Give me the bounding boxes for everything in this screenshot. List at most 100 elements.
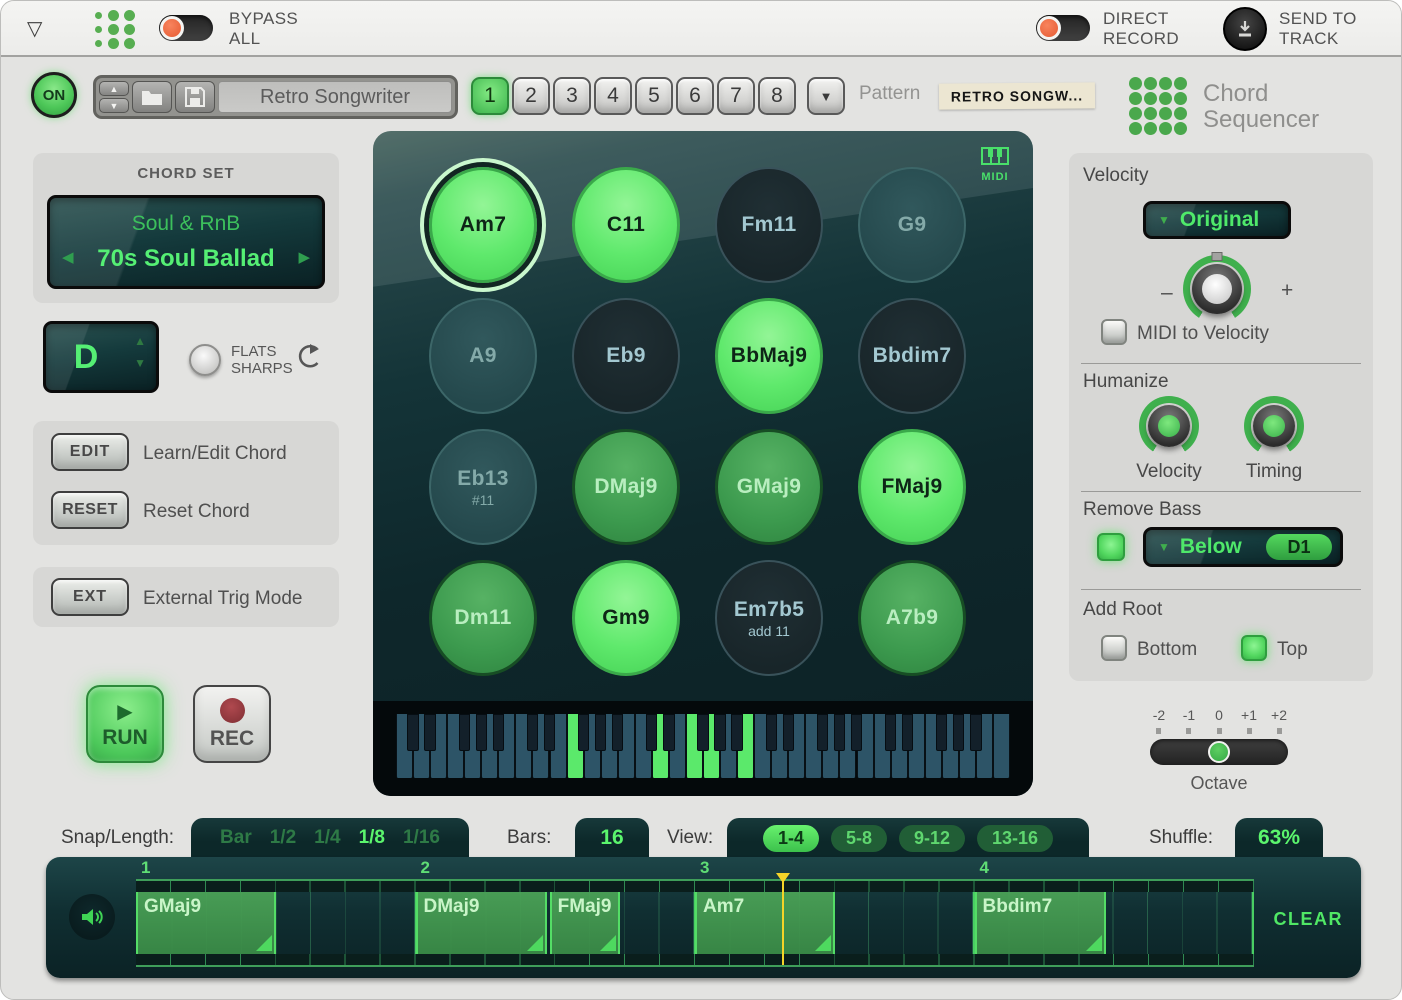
piano-white-key-35[interactable] <box>993 714 1010 778</box>
chord-block-Am7[interactable]: Am7 <box>695 881 835 965</box>
collapse-icon[interactable]: ▽ <box>27 16 42 41</box>
bypass-toggle[interactable] <box>159 15 213 41</box>
key-selector[interactable]: D ▲ ▼ <box>43 321 159 393</box>
flats-sharps-button[interactable] <box>189 344 221 376</box>
audition-button[interactable] <box>69 894 115 940</box>
bars-tab[interactable]: 16 <box>575 818 649 858</box>
clear-button[interactable]: CLEAR <box>1274 909 1344 930</box>
chord-block-GMaj9[interactable]: GMaj9 <box>136 881 276 965</box>
piano-black-key-11[interactable] <box>595 714 606 751</box>
chord-block-FMaj9[interactable]: FMaj9 <box>550 881 620 965</box>
snap-option-1/2[interactable]: 1/2 <box>270 827 296 849</box>
velocity-mode-dropdown[interactable]: ▼ Original <box>1143 201 1291 239</box>
chord-set-display[interactable]: Soul & RnB 70s Soul Ballad ◀ ▶ <box>47 195 325 289</box>
key-up-icon[interactable]: ▲ <box>134 334 146 348</box>
chord-pad-Bbdim7[interactable]: Bbdim7 <box>858 298 966 414</box>
velocity-knob[interactable] <box>1183 255 1251 323</box>
piano-black-key-19[interactable] <box>731 714 742 751</box>
piano-black-key-26[interactable] <box>851 714 862 751</box>
chord-pad-Eb9[interactable]: Eb9 <box>572 298 680 414</box>
remove-bass-dropdown[interactable]: ▼ Below D1 <box>1143 527 1343 567</box>
piano-black-key-25[interactable] <box>834 714 845 751</box>
block-resize-handle[interactable] <box>256 935 272 951</box>
preset-save-button[interactable] <box>175 81 215 113</box>
chord-set-prev-icon[interactable]: ◀ <box>62 248 74 266</box>
run-button[interactable]: ▶ RUN <box>86 685 164 763</box>
piano-black-key-28[interactable] <box>885 714 896 751</box>
octave-slider[interactable] <box>1150 739 1288 765</box>
view-range-5-8[interactable]: 5-8 <box>831 825 887 852</box>
snap-option-1/16[interactable]: 1/16 <box>403 827 440 849</box>
chord-pad-Am7[interactable]: Am7 <box>429 167 537 283</box>
reset-chord-button[interactable]: RESET <box>51 491 129 529</box>
snap-option-Bar[interactable]: Bar <box>220 827 252 849</box>
piano-black-key-0[interactable] <box>407 714 418 751</box>
pattern-name-tag[interactable]: RETRO SONGW... <box>939 82 1095 109</box>
playhead[interactable] <box>782 873 784 965</box>
shuffle-tab[interactable]: 63% <box>1235 818 1323 858</box>
block-resize-handle[interactable] <box>527 935 543 951</box>
preset-load-button[interactable] <box>132 81 172 113</box>
piano-black-key-21[interactable] <box>766 714 777 751</box>
chord-pad-A9[interactable]: A9 <box>429 298 537 414</box>
piano-black-key-8[interactable] <box>544 714 555 751</box>
pattern-slot-3[interactable]: 3 <box>553 77 591 115</box>
pattern-slot-7[interactable]: 7 <box>717 77 755 115</box>
chord-pad-Gm9[interactable]: Gm9 <box>572 560 680 676</box>
piano-black-key-18[interactable] <box>714 714 725 751</box>
piano-black-key-14[interactable] <box>646 714 657 751</box>
chord-pad-Dm11[interactable]: Dm11 <box>429 560 537 676</box>
block-resize-handle[interactable] <box>600 935 616 951</box>
piano-black-key-32[interactable] <box>953 714 964 751</box>
octave-slider-knob[interactable] <box>1208 741 1230 763</box>
pattern-slot-8[interactable]: 8 <box>758 77 796 115</box>
view-range-1-4[interactable]: 1-4 <box>763 825 819 852</box>
humanize-timing-knob[interactable] <box>1244 396 1304 456</box>
block-resize-handle[interactable] <box>815 935 831 951</box>
chord-pad-GMaj9[interactable]: GMaj9 <box>715 429 823 545</box>
remove-bass-note-pill[interactable]: D1 <box>1266 534 1332 560</box>
piano-black-key-29[interactable] <box>902 714 913 751</box>
add-root-top-checkbox[interactable] <box>1241 635 1267 661</box>
chord-pad-Eb13[interactable]: Eb13#11 <box>429 429 537 545</box>
piano-black-key-3[interactable] <box>459 714 470 751</box>
midi-to-velocity-checkbox[interactable] <box>1101 319 1127 345</box>
snap-option-1/8[interactable]: 1/8 <box>359 827 385 849</box>
pattern-slot-6[interactable]: 6 <box>676 77 714 115</box>
pattern-slot-1[interactable]: 1 <box>471 77 509 115</box>
plugin-on-button[interactable]: ON <box>31 72 77 118</box>
piano-black-key-24[interactable] <box>817 714 828 751</box>
chord-pad-C11[interactable]: C11 <box>572 167 680 283</box>
piano-black-key-4[interactable] <box>476 714 487 751</box>
pattern-slot-4[interactable]: 4 <box>594 77 632 115</box>
preset-up-button[interactable]: ▲ <box>99 81 129 96</box>
pattern-slot-2[interactable]: 2 <box>512 77 550 115</box>
view-range-9-12[interactable]: 9-12 <box>899 825 965 852</box>
pattern-slot-5[interactable]: 5 <box>635 77 673 115</box>
bypass-toggle-knob[interactable] <box>160 16 184 40</box>
chord-set-next-icon[interactable]: ▶ <box>298 248 310 266</box>
send-to-track-button[interactable] <box>1223 7 1267 51</box>
piano-black-key-7[interactable] <box>527 714 538 751</box>
ext-trig-button[interactable]: EXT <box>51 578 129 616</box>
preset-name-field[interactable]: Retro Songwriter <box>218 81 452 113</box>
piano-black-key-22[interactable] <box>783 714 794 751</box>
edit-chord-button[interactable]: EDIT <box>51 433 129 471</box>
piano-black-key-1[interactable] <box>424 714 435 751</box>
pattern-dropdown-button[interactable]: ▼ <box>807 77 845 115</box>
piano-black-key-12[interactable] <box>612 714 623 751</box>
humanize-velocity-knob[interactable] <box>1139 396 1199 456</box>
rec-button[interactable]: REC <box>193 685 271 763</box>
chord-block-Bbdim7[interactable]: Bbdim7 <box>975 881 1106 965</box>
piano-black-key-15[interactable] <box>663 714 674 751</box>
chord-block-DMaj9[interactable]: DMaj9 <box>416 881 547 965</box>
piano-black-key-5[interactable] <box>493 714 504 751</box>
chord-pad-FMaj9[interactable]: FMaj9 <box>858 429 966 545</box>
piano-black-key-31[interactable] <box>936 714 947 751</box>
preset-down-button[interactable]: ▼ <box>99 98 129 113</box>
chord-pad-BbMaj9[interactable]: BbMaj9 <box>715 298 823 414</box>
direct-record-toggle-knob[interactable] <box>1037 16 1061 40</box>
direct-record-toggle[interactable] <box>1036 15 1090 41</box>
remove-bass-checkbox[interactable] <box>1097 533 1125 561</box>
block-resize-handle[interactable] <box>1086 935 1102 951</box>
